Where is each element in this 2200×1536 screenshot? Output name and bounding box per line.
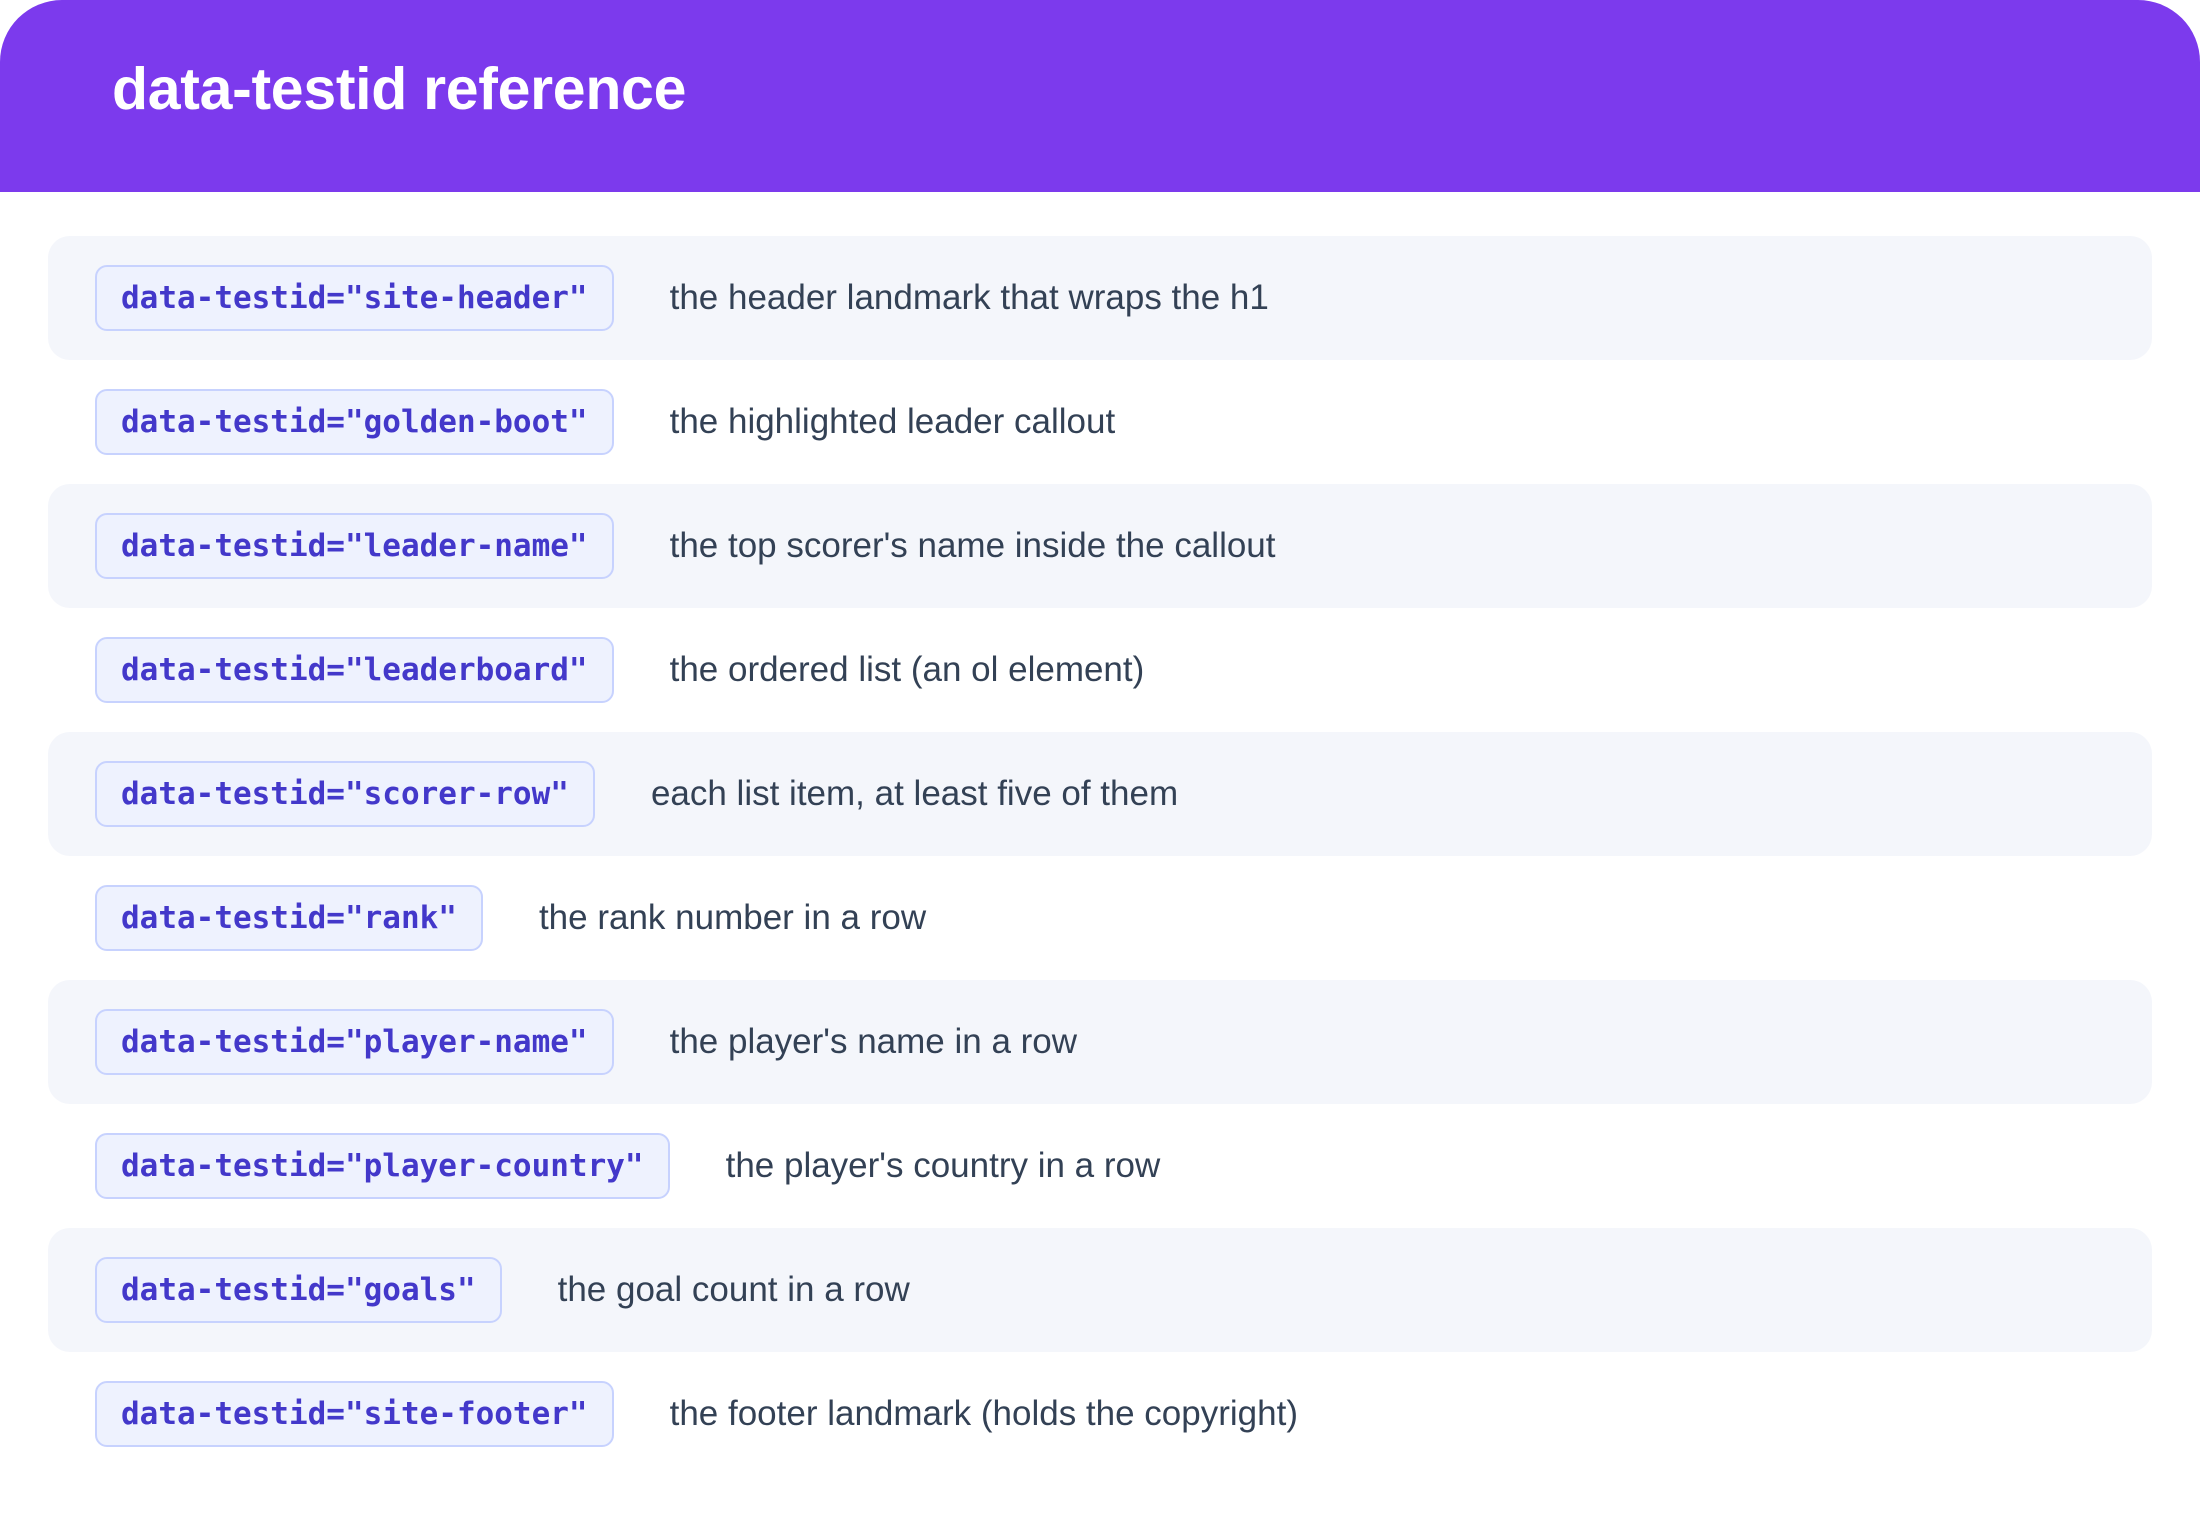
testid-code-chip: data-testid="site-header": [95, 265, 614, 331]
reference-row-site-header: data-testid="site-header" the header lan…: [48, 236, 2152, 360]
testid-description: the player's name in a row: [669, 1022, 1078, 1061]
testid-description: the player's country in a row: [725, 1146, 1161, 1185]
testid-code-chip: data-testid="site-footer": [95, 1381, 614, 1447]
site-header: data-testid reference: [0, 0, 2200, 192]
reference-row-goals: data-testid="goals" the goal count in a …: [48, 1228, 2152, 1352]
testid-description: the footer landmark (holds the copyright…: [669, 1394, 1298, 1433]
reference-row-leader-name: data-testid="leader-name" the top scorer…: [48, 484, 2152, 608]
testid-code-chip: data-testid="rank": [95, 885, 483, 951]
testid-description: the ordered list (an ol element): [669, 650, 1145, 689]
testid-code-chip: data-testid="player-country": [95, 1133, 670, 1199]
reference-row-site-footer: data-testid="site-footer" the footer lan…: [48, 1352, 2152, 1476]
reference-row-leaderboard: data-testid="leaderboard" the ordered li…: [48, 608, 2152, 732]
testid-description: the rank number in a row: [538, 898, 927, 937]
page-title: data-testid reference: [112, 56, 687, 122]
testid-code-chip: data-testid="scorer-row": [95, 761, 595, 827]
testid-description: the highlighted leader callout: [669, 402, 1116, 441]
page: data-testid reference data-testid="site-…: [0, 0, 2200, 1536]
testid-code-chip: data-testid="golden-boot": [95, 389, 614, 455]
testid-description: the top scorer's name inside the callout: [669, 526, 1276, 565]
testid-description: the goal count in a row: [557, 1270, 910, 1309]
reference-row-golden-boot: data-testid="golden-boot" the highlighte…: [48, 360, 2152, 484]
reference-row-player-country: data-testid="player-country" the player'…: [48, 1104, 2152, 1228]
reference-row-scorer-row: data-testid="scorer-row" each list item,…: [48, 732, 2152, 856]
reference-row-player-name: data-testid="player-name" the player's n…: [48, 980, 2152, 1104]
testid-code-chip: data-testid="leader-name": [95, 513, 614, 579]
reference-row-rank: data-testid="rank" the rank number in a …: [48, 856, 2152, 980]
testid-description: the header landmark that wraps the h1: [669, 278, 1269, 317]
testid-code-chip: data-testid="goals": [95, 1257, 502, 1323]
testid-description: each list item, at least five of them: [650, 774, 1179, 813]
reference-list: data-testid="site-header" the header lan…: [48, 236, 2152, 1476]
testid-code-chip: data-testid="leaderboard": [95, 637, 614, 703]
testid-code-chip: data-testid="player-name": [95, 1009, 614, 1075]
